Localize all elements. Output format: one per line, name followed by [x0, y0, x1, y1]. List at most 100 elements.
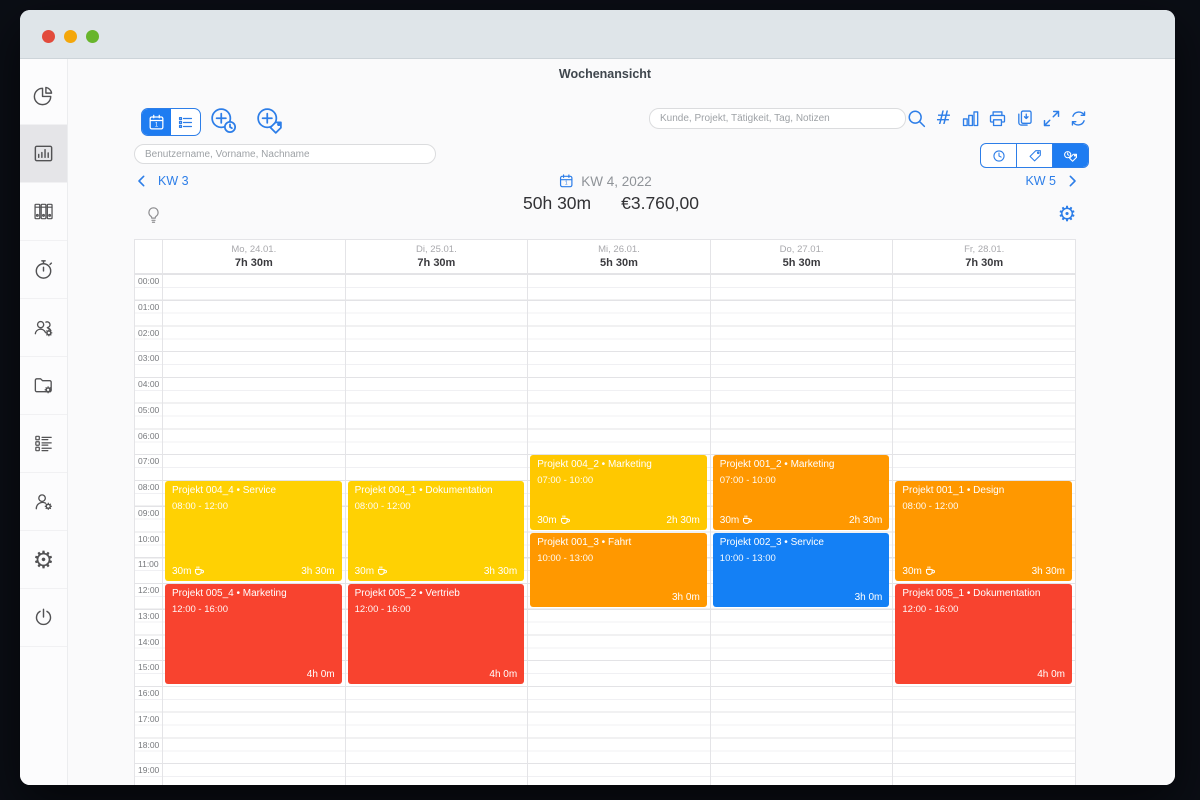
- mug-icon: [194, 566, 205, 577]
- day-column[interactable]: Projekt 004_2 • Marketing07:00 - 10:0030…: [527, 274, 710, 785]
- time-label: 02:00: [138, 328, 159, 338]
- event-duration: 3h 0m: [672, 592, 700, 603]
- calendar-event[interactable]: Projekt 004_4 • Service08:00 - 12:0030m3…: [165, 481, 342, 581]
- event-duration: 2h 30m: [666, 515, 699, 526]
- filter-time-button[interactable]: [981, 144, 1016, 167]
- calendar-event[interactable]: Projekt 001_3 • Fahrt10:00 - 13:003h 0m: [530, 533, 707, 607]
- day-column[interactable]: Projekt 004_4 • Service08:00 - 12:0030m3…: [162, 274, 345, 785]
- calendar-event[interactable]: Projekt 001_1 • Design08:00 - 12:0030m3h…: [895, 481, 1072, 581]
- sidebar-item-task-list[interactable]: [20, 415, 67, 473]
- search-button[interactable]: [906, 108, 927, 129]
- gear-glyph-icon: ⚙: [32, 548, 55, 571]
- svg-text:1: 1: [155, 122, 158, 128]
- sidebar-item-statistics-bars[interactable]: [20, 125, 67, 183]
- mug-icon: [377, 566, 388, 577]
- event-pause: 30m: [172, 566, 205, 577]
- add-tag-icon: [255, 106, 283, 134]
- time-label: 05:00: [138, 405, 159, 415]
- hash-button[interactable]: #: [933, 108, 954, 129]
- event-pause: 30m: [902, 566, 935, 577]
- refresh-button[interactable]: [1068, 108, 1089, 129]
- day-header: Mo, 24.01.7h 30m: [162, 240, 345, 273]
- calendar-event[interactable]: Projekt 004_1 • Dokumentation08:00 - 12:…: [348, 481, 525, 581]
- user-filter-input[interactable]: [134, 144, 436, 164]
- day-total: 7h 30m: [893, 257, 1075, 269]
- day-column[interactable]: Projekt 001_1 • Design08:00 - 12:0030m3h…: [892, 274, 1075, 785]
- mug-icon: [560, 515, 571, 526]
- day-date-label: Do, 27.01.: [711, 244, 893, 255]
- next-week-label: KW 5: [1025, 174, 1056, 188]
- current-week-label: KW 4, 2022: [581, 174, 652, 189]
- calendar-event[interactable]: Projekt 005_1 • Dokumentation12:00 - 16:…: [895, 584, 1072, 684]
- window-titlebar[interactable]: [20, 10, 1175, 59]
- day-total: 5h 30m: [711, 257, 893, 269]
- copy-export-button[interactable]: [1014, 108, 1035, 129]
- close-button[interactable]: [42, 30, 55, 43]
- time-label: 08:00: [138, 482, 159, 492]
- current-week: 1 KW 4, 2022: [558, 173, 652, 189]
- event-title: Projekt 004_1 • Dokumentation: [355, 485, 518, 497]
- calendar-event[interactable]: Projekt 005_2 • Vertrieb12:00 - 16:004h …: [348, 584, 525, 684]
- prev-week-button[interactable]: KW 3: [134, 173, 189, 189]
- search-input[interactable]: [649, 108, 906, 129]
- hash-icon: #: [933, 108, 954, 129]
- event-title: Projekt 001_2 • Marketing: [720, 459, 883, 471]
- sidebar-item-archive[interactable]: [20, 183, 67, 241]
- sidebar-item-settings[interactable]: ⚙: [20, 531, 67, 589]
- folder-gear-icon: [32, 374, 55, 397]
- sidebar-item-project-settings[interactable]: [20, 357, 67, 415]
- fullscreen-button[interactable]: [1041, 108, 1062, 129]
- time-label: 17:00: [138, 714, 159, 724]
- calendar-event[interactable]: Projekt 004_2 • Marketing07:00 - 10:0030…: [530, 455, 707, 529]
- calendar-grid: 00:0001:0002:0003:0004:0005:0006:0007:00…: [135, 274, 1075, 785]
- hint-button[interactable]: [143, 205, 164, 226]
- sidebar-item-reports-pie[interactable]: [20, 67, 67, 125]
- calendar-settings-button[interactable]: ⚙: [1056, 203, 1078, 225]
- day-header: Do, 27.01. 5h 30m: [710, 240, 893, 273]
- time-label: 19:00: [138, 765, 159, 775]
- sidebar-item-user-settings[interactable]: [20, 473, 67, 531]
- calendar-event[interactable]: Projekt 001_2 • Marketing07:00 - 10:0030…: [713, 455, 890, 529]
- add-time-entry-button[interactable]: [209, 106, 237, 134]
- day-column[interactable]: Projekt 004_1 • Dokumentation08:00 - 12:…: [345, 274, 528, 785]
- total-hours: 50h 30m: [523, 193, 591, 214]
- zoom-button[interactable]: [86, 30, 99, 43]
- clock-icon: [991, 148, 1007, 164]
- print-button[interactable]: [987, 108, 1008, 129]
- minimize-button[interactable]: [64, 30, 77, 43]
- filter-tag-button[interactable]: [1016, 144, 1052, 167]
- sidebar-item-power[interactable]: [20, 589, 67, 647]
- event-duration: 3h 30m: [484, 566, 517, 577]
- event-time: 08:00 - 12:00: [172, 501, 335, 512]
- svg-text:1: 1: [565, 181, 568, 187]
- filter-time-tag-button[interactable]: [1052, 144, 1088, 167]
- sidebar: ⚙: [20, 59, 68, 785]
- event-footer: 30m2h 30m: [537, 515, 700, 526]
- statistics-button[interactable]: [960, 108, 981, 129]
- week-totals: 50h 30m €3.760,00: [523, 193, 699, 214]
- sidebar-item-timer[interactable]: [20, 241, 67, 299]
- bulb-icon: [143, 205, 164, 226]
- day-column[interactable]: Projekt 001_2 • Marketing07:00 - 10:0030…: [710, 274, 893, 785]
- day-total: 5h 30m: [528, 257, 710, 269]
- filter-toggle: [980, 143, 1089, 168]
- time-label: 15:00: [138, 662, 159, 672]
- next-week-button[interactable]: KW 5: [1025, 173, 1080, 189]
- pie-chart-icon: [32, 84, 55, 107]
- event-time: 12:00 - 16:00: [355, 604, 518, 615]
- checklist-icon: [32, 432, 55, 455]
- add-tag-entry-button[interactable]: [255, 106, 283, 134]
- event-title: Projekt 001_1 • Design: [902, 485, 1065, 497]
- calendar-event[interactable]: Projekt 002_3 • Service10:00 - 13:003h 0…: [713, 533, 890, 607]
- sidebar-item-team-settings[interactable]: [20, 299, 67, 357]
- refresh-icon: [1068, 108, 1089, 129]
- event-footer: 4h 0m: [172, 669, 335, 680]
- event-pause-label: 30m: [172, 566, 191, 577]
- event-time: 07:00 - 10:00: [537, 475, 700, 486]
- event-duration: 4h 0m: [307, 669, 335, 680]
- calendar-view-button[interactable]: 1: [142, 109, 171, 135]
- calendar-event[interactable]: Projekt 005_4 • Marketing12:00 - 16:004h…: [165, 584, 342, 684]
- week-calendar: Mo, 24.01.7h 30mDi, 25.01.7h 30mMi, 26.0…: [134, 239, 1076, 785]
- list-view-button[interactable]: [171, 109, 200, 135]
- toolbar-action-icons: #: [906, 108, 1089, 129]
